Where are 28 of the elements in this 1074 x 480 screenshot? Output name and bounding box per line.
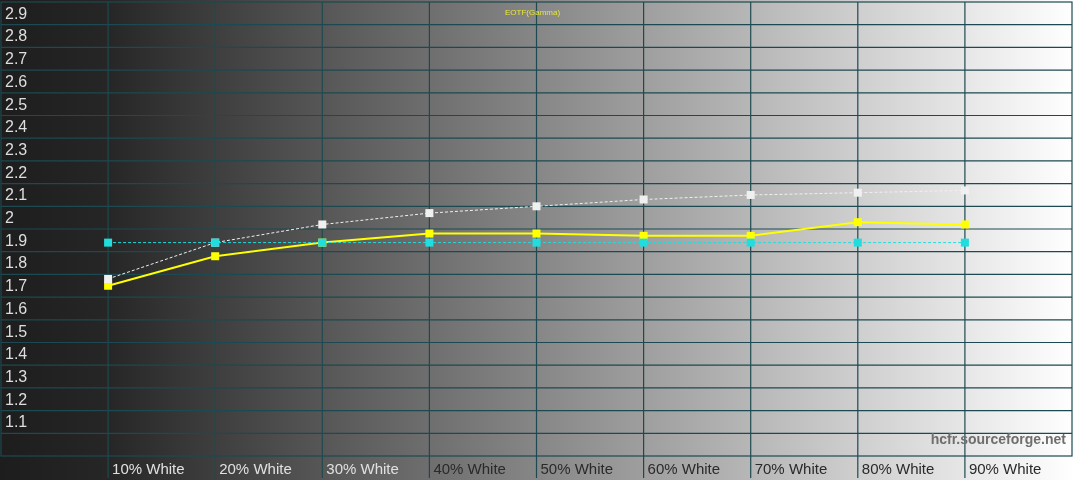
x-axis-label: 10% White bbox=[112, 460, 185, 477]
y-axis-label: 2.1 bbox=[5, 186, 28, 204]
x-axis-label: 70% White bbox=[754, 460, 828, 477]
y-axis-label: 2.4 bbox=[5, 118, 28, 136]
y-axis-label: 1.4 bbox=[5, 345, 28, 363]
y-axis-label: 2.8 bbox=[5, 27, 28, 45]
y-axis-label: 2.7 bbox=[5, 50, 28, 68]
x-axis-label: 60% White bbox=[647, 460, 721, 477]
y-axis-label: 1.1 bbox=[5, 413, 28, 431]
x-axis-label: 30% White bbox=[326, 460, 399, 477]
y-axis-label: 1.5 bbox=[5, 322, 28, 340]
x-axis-label: 80% White bbox=[861, 460, 935, 477]
y-axis-label: 1.2 bbox=[5, 390, 28, 408]
x-axis-label: 50% White bbox=[540, 460, 614, 477]
x-axis-label: 40% White bbox=[433, 460, 506, 477]
x-axis-label: 90% White bbox=[968, 460, 1042, 477]
y-axis-label: 1.3 bbox=[5, 367, 28, 385]
y-axis-label: 2.2 bbox=[5, 163, 28, 181]
y-axis-label: 1.9 bbox=[5, 231, 28, 249]
y-axis-label: 2.9 bbox=[5, 4, 28, 22]
y-axis-label: 2.5 bbox=[5, 95, 28, 113]
y-axis-label: 2.6 bbox=[5, 72, 28, 90]
y-axis-label: 2.3 bbox=[5, 140, 28, 158]
y-axis-label: 1.7 bbox=[5, 277, 28, 295]
y-axis-label: 1.8 bbox=[5, 254, 28, 272]
x-axis-label: 20% White bbox=[219, 460, 292, 477]
y-axis-label: 1.6 bbox=[5, 299, 28, 317]
y-axis-label: 2 bbox=[5, 209, 14, 226]
